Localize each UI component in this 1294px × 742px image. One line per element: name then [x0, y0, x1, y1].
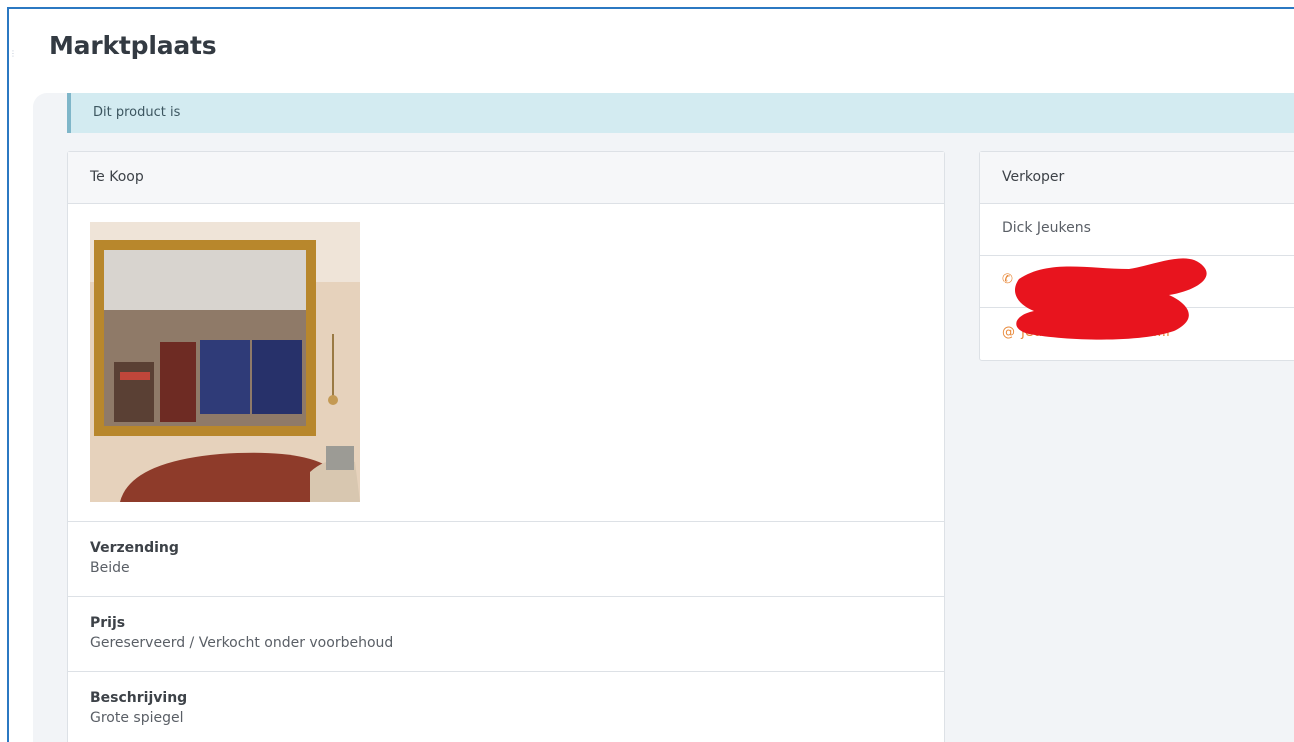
mirror-photo-illustration	[90, 222, 360, 502]
shipping-label: Verzending	[90, 540, 179, 556]
status-alert: Dit product is	[67, 93, 1294, 133]
description-label: Beschrijving	[90, 690, 188, 706]
price-label: Prijs	[90, 615, 126, 631]
product-photo[interactable]	[90, 222, 360, 502]
app-frame: ⋮ Marktplaats Dit product is Te Koop Ver…	[7, 7, 1294, 742]
photo-section	[68, 204, 944, 522]
main-content: Dit product is Te Koop Verzending Beide …	[33, 93, 1294, 742]
side-tab: ⋮	[9, 49, 17, 58]
price-value: Gereserveerd / Verkocht onder voorbehoud	[90, 635, 394, 651]
red-scribble-redaction	[1014, 258, 1207, 340]
seller-panel-title: Verkoper	[980, 152, 1294, 204]
shipping-value: Beide	[90, 560, 130, 576]
description-field: Beschrijving Grote spiegel	[68, 672, 944, 742]
listing-panel-title: Te Koop	[68, 152, 944, 204]
listing-panel: Te Koop Verzending Beide Prijs Gereserve…	[67, 151, 945, 742]
shipping-field: Verzending Beide	[68, 522, 944, 597]
description-value: Grote spiegel	[90, 710, 184, 726]
price-field: Prijs Gereserveerd / Verkocht onder voor…	[68, 597, 944, 672]
page-title: Marktplaats	[49, 31, 217, 60]
